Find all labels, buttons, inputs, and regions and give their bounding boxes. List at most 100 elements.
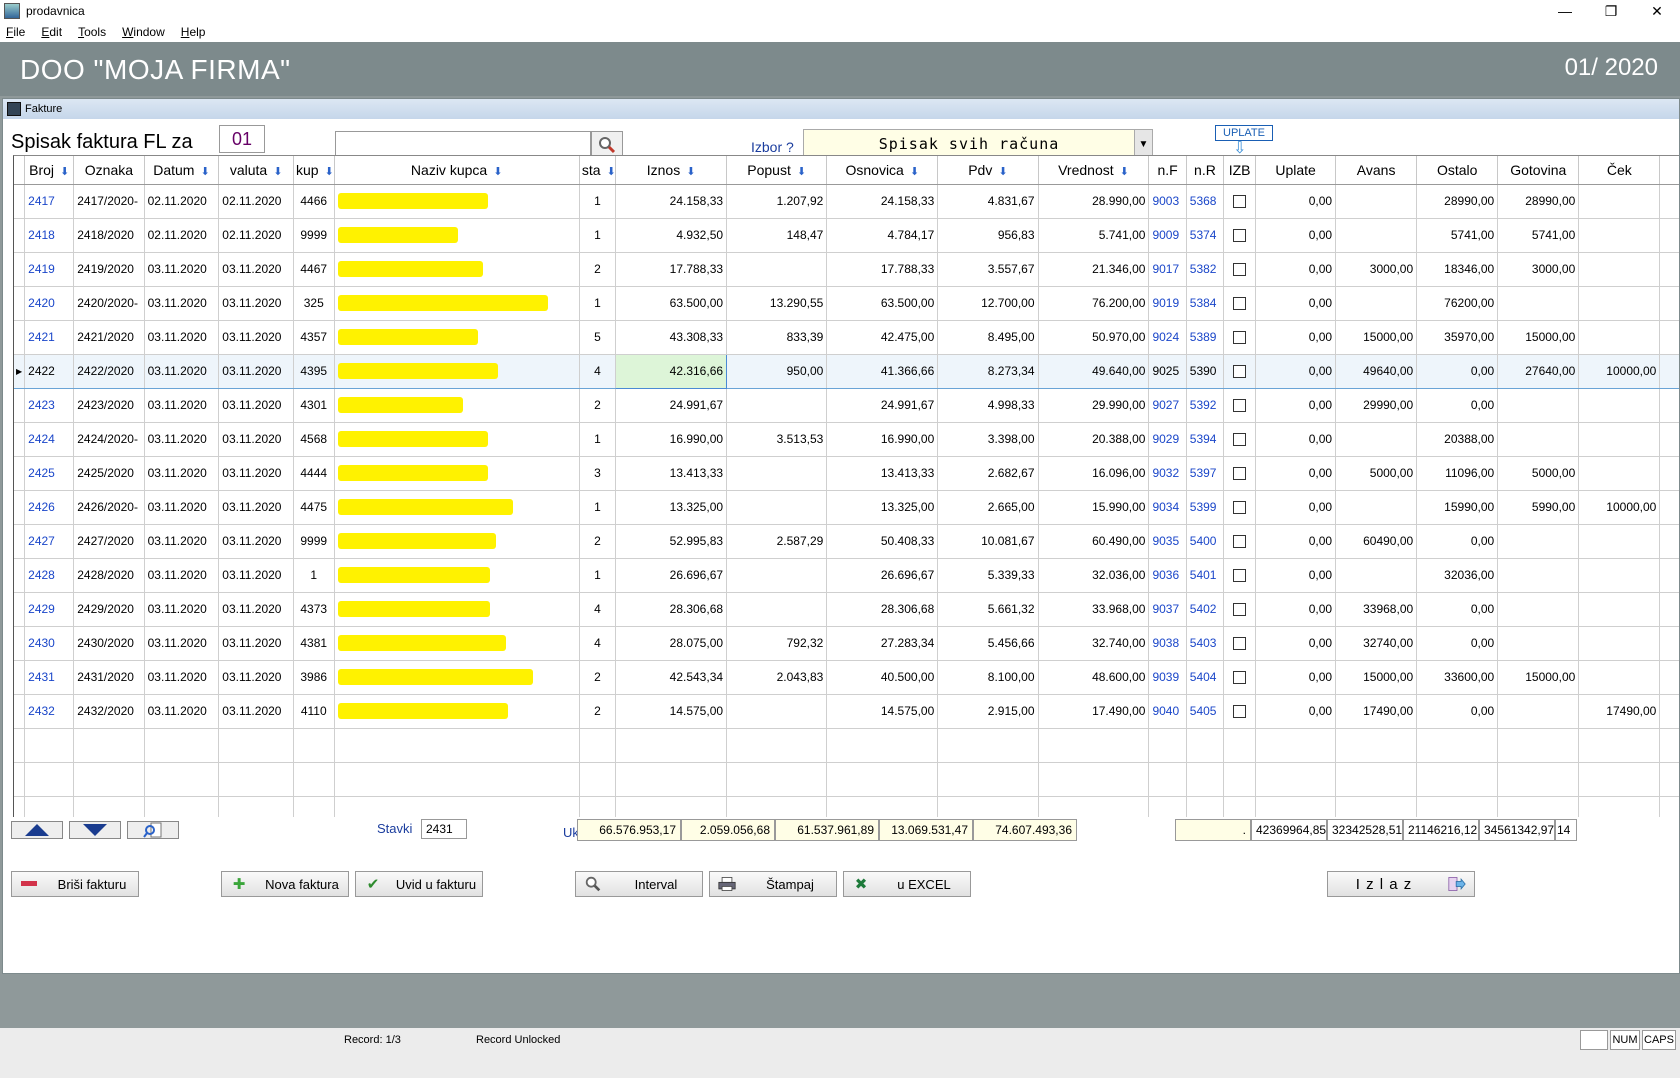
cell-avans[interactable]: 33968,00	[1335, 592, 1418, 627]
cell-izb[interactable]	[1223, 558, 1257, 593]
cell-osnovica[interactable]: 24.158,33	[826, 184, 939, 219]
cell-naziv[interactable]	[334, 353, 580, 389]
column-header-uplate[interactable]: Uplate	[1255, 156, 1337, 185]
cell-cek[interactable]	[1578, 592, 1661, 627]
column-header-n-f[interactable]: n.F	[1148, 156, 1187, 185]
prev-record-button[interactable]	[11, 821, 63, 839]
cell-iznos[interactable]: 14.575,00	[615, 694, 728, 729]
row-pointer[interactable]	[14, 490, 26, 525]
cell-izb[interactable]	[1223, 660, 1257, 695]
row-pointer[interactable]	[14, 456, 26, 491]
column-header-osnovica[interactable]: Osnovica ⬇	[826, 156, 939, 185]
cell-popust[interactable]: 3.513,53	[726, 422, 828, 457]
cell-valuta[interactable]: 03.11.2020	[218, 388, 294, 423]
cell-izb[interactable]	[1223, 353, 1257, 389]
cell-iznos[interactable]: 13.325,00	[615, 490, 728, 525]
column-header-kup[interactable]: kup ⬇	[293, 156, 335, 185]
cell-pdv[interactable]: 12.700,00	[937, 286, 1039, 321]
cell-valuta[interactable]: 02.11.2020	[218, 184, 294, 219]
cell-ostalo[interactable]: 0,00	[1416, 694, 1499, 729]
cell-osnovica[interactable]: 26.696,67	[826, 558, 939, 593]
izb-checkbox[interactable]	[1233, 229, 1247, 243]
column-header-vrednost[interactable]: Vrednost ⬇	[1038, 156, 1150, 185]
cell-gotovina[interactable]: 27640,00	[1497, 353, 1580, 389]
cell-cek[interactable]: 10000,00	[1578, 490, 1661, 525]
cell-datum[interactable]: 03.11.2020	[144, 592, 220, 627]
cell-izb[interactable]	[1223, 490, 1257, 525]
print-button[interactable]: Štampaj	[709, 871, 837, 897]
cell-izb[interactable]	[1223, 422, 1257, 457]
cell-pdv[interactable]: 8.273,34	[937, 353, 1039, 389]
cell-naziv[interactable]	[334, 626, 580, 661]
sort-arrow-icon[interactable]: ⬇	[910, 166, 919, 178]
cell-valuta[interactable]: 03.11.2020	[218, 490, 294, 525]
cell-izb[interactable]	[1223, 592, 1257, 627]
cell-ostalo[interactable]: 0,00	[1416, 353, 1499, 389]
row-pointer[interactable]	[14, 388, 26, 423]
column-header-ostalo[interactable]: Ostalo	[1416, 156, 1499, 185]
cell-gotovina[interactable]	[1497, 422, 1580, 457]
izb-checkbox[interactable]	[1233, 637, 1247, 651]
cell-sta[interactable]: 1	[579, 218, 617, 253]
row-pointer[interactable]	[14, 524, 26, 559]
cell-popust[interactable]	[726, 490, 828, 525]
cell-broj[interactable]: 2431	[24, 660, 75, 695]
cell-gotovina[interactable]	[1497, 694, 1580, 729]
cell-nr[interactable]: 5368	[1186, 184, 1225, 219]
cell-datum[interactable]: 03.11.2020	[144, 660, 220, 695]
cell-uplate[interactable]: 0,00	[1255, 218, 1337, 253]
find-record-button[interactable]	[127, 821, 179, 839]
row-pointer[interactable]	[14, 218, 26, 253]
cell-pdv[interactable]: 5.339,33	[937, 558, 1039, 593]
menu-window[interactable]: Window	[122, 25, 165, 39]
sort-arrow-icon[interactable]: ⬇	[200, 166, 209, 178]
restore-button[interactable]: ❐	[1588, 0, 1634, 22]
cell-vrednost[interactable]: 28.990,00	[1038, 184, 1150, 219]
menu-file[interactable]: File	[6, 25, 25, 39]
cell-uplate[interactable]: 0,00	[1255, 694, 1337, 729]
cell-sta[interactable]: 1	[579, 286, 617, 321]
cell-kup[interactable]: 4444	[293, 456, 335, 491]
cell-oznaka[interactable]: 2428/2020	[73, 558, 145, 593]
cell-osnovica[interactable]: 42.475,00	[826, 320, 939, 355]
cell-ostalo[interactable]: 11096,00	[1416, 456, 1499, 491]
cell-nf[interactable]: 9009	[1148, 218, 1187, 253]
cell-avans[interactable]	[1335, 184, 1418, 219]
cell-datum[interactable]: 03.11.2020	[144, 490, 220, 525]
cell-uplate[interactable]: 0,00	[1255, 524, 1337, 559]
cell-uplate[interactable]: 0,00	[1255, 660, 1337, 695]
cell-nf[interactable]: 9024	[1148, 320, 1187, 355]
cell-popust[interactable]	[726, 694, 828, 729]
cell-ostalo[interactable]: 15990,00	[1416, 490, 1499, 525]
cell-cek[interactable]	[1578, 252, 1661, 287]
cell-pdv[interactable]: 5.456,66	[937, 626, 1039, 661]
cell-oznaka[interactable]: 2423/2020	[73, 388, 145, 423]
cell-avans[interactable]	[1335, 490, 1418, 525]
table-row[interactable]: 2432 2432/2020 03.11.2020 03.11.2020 4110 2 14…	[14, 694, 1679, 729]
cell-valuta[interactable]: 02.11.2020	[218, 218, 294, 253]
izb-checkbox[interactable]	[1233, 671, 1247, 685]
cell-vrednost[interactable]: 32.740,00	[1038, 626, 1150, 661]
cell-gotovina[interactable]: 5000,00	[1497, 456, 1580, 491]
cell-osnovica[interactable]: 63.500,00	[826, 286, 939, 321]
cell-ostalo[interactable]: 0,00	[1416, 388, 1499, 423]
cell-cek[interactable]	[1578, 626, 1661, 661]
cell-sta[interactable]: 2	[579, 660, 617, 695]
cell-broj[interactable]: 2417	[24, 184, 75, 219]
cell-nr[interactable]: 5384	[1186, 286, 1225, 321]
cell-naziv[interactable]	[334, 184, 580, 219]
izb-checkbox[interactable]	[1233, 195, 1247, 209]
cell-oznaka[interactable]: 2432/2020	[73, 694, 145, 729]
cell-pdv[interactable]: 2.665,00	[937, 490, 1039, 525]
cell-vrednost[interactable]: 50.970,00	[1038, 320, 1150, 355]
cell-popust[interactable]: 833,39	[726, 320, 828, 355]
cell-sta[interactable]: 5	[579, 320, 617, 355]
cell-iznos[interactable]: 42.543,34	[615, 660, 728, 695]
cell-valuta[interactable]: 03.11.2020	[218, 286, 294, 321]
cell-valuta[interactable]: 03.11.2020	[218, 353, 294, 389]
izb-checkbox[interactable]	[1233, 535, 1247, 549]
cell-vrednost[interactable]: 60.490,00	[1038, 524, 1150, 559]
cell-valuta[interactable]: 03.11.2020	[218, 626, 294, 661]
cell-gotovina[interactable]: 3000,00	[1497, 252, 1580, 287]
cell-sta[interactable]: 1	[579, 184, 617, 219]
